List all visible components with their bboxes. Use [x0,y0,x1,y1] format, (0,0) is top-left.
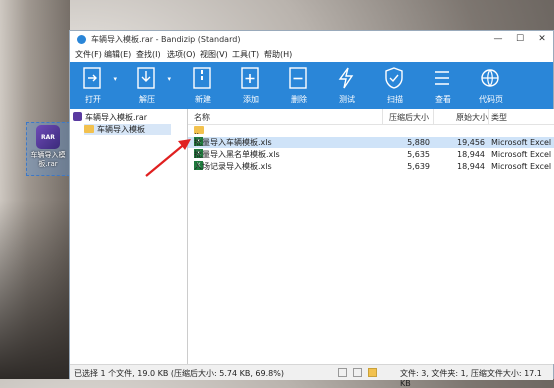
annotation-arrow [145,139,191,177]
arrow-line [145,141,188,177]
